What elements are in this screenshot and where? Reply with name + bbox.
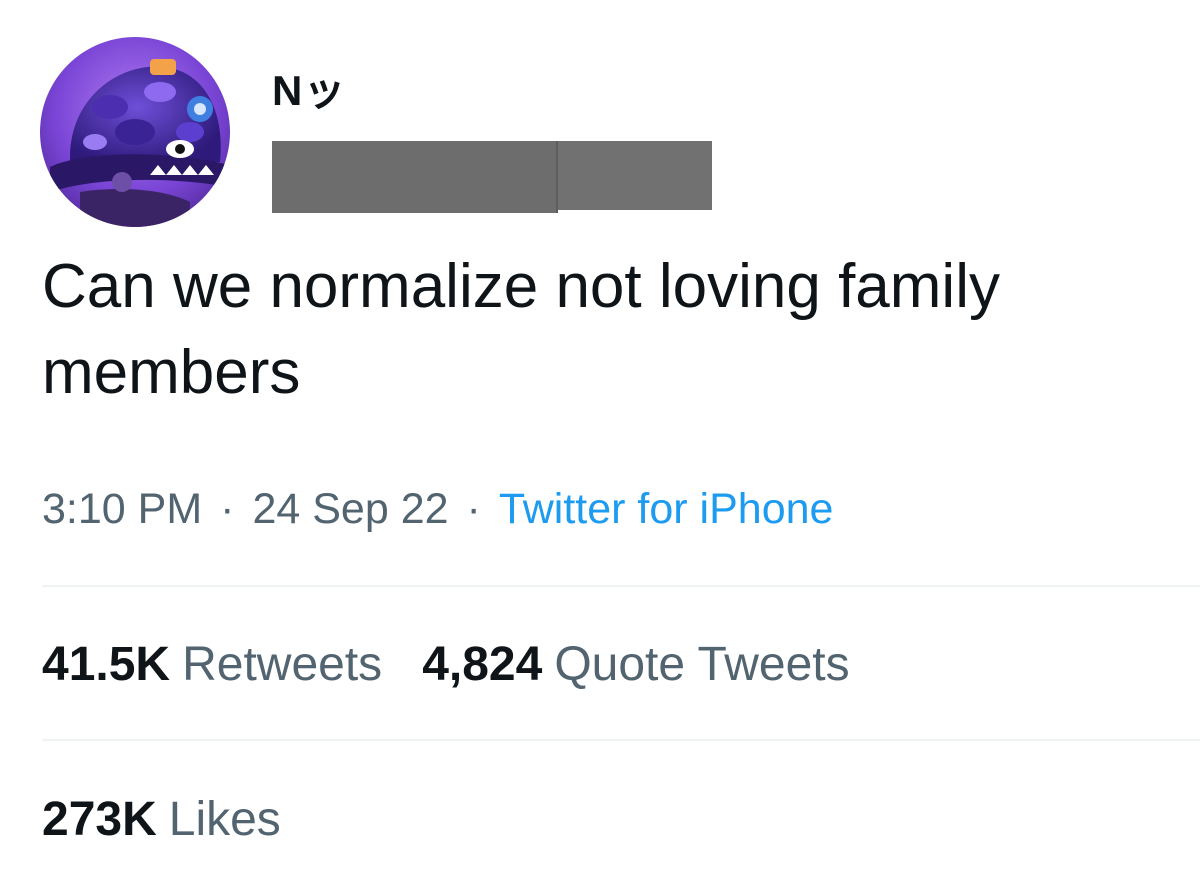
purple-camo-hat-avatar-icon bbox=[40, 37, 230, 227]
likes-stat[interactable]: 273K Likes bbox=[42, 785, 281, 855]
avatar[interactable] bbox=[40, 37, 230, 227]
divider bbox=[42, 585, 1200, 587]
meta-separator: · bbox=[220, 485, 235, 533]
redaction-seam bbox=[556, 141, 558, 213]
likes-count: 273K bbox=[42, 793, 157, 846]
likes-label: Likes bbox=[168, 793, 281, 846]
redaction-bar-right bbox=[558, 141, 712, 210]
tweet-meta: 3:10 PM · 24 Sep 22 · Twitter for iPhone bbox=[42, 474, 833, 544]
likes-stats: 273K Likes bbox=[42, 785, 281, 855]
tweet-source-link[interactable]: Twitter for iPhone bbox=[499, 485, 834, 533]
retweets-stat[interactable]: 41.5K Retweets bbox=[42, 630, 382, 700]
retweets-count: 41.5K bbox=[42, 638, 171, 691]
divider bbox=[42, 739, 1200, 741]
redacted-handle bbox=[272, 141, 712, 213]
quote-tweets-stat[interactable]: 4,824 Quote Tweets bbox=[422, 630, 849, 700]
quote-tweets-count: 4,824 bbox=[422, 638, 543, 691]
quote-tweets-label: Quote Tweets bbox=[554, 638, 850, 691]
tweet-time[interactable]: 3:10 PM bbox=[42, 485, 202, 533]
tweet-text: Can we normalize not loving family membe… bbox=[42, 252, 1000, 407]
redaction-bar-left bbox=[272, 141, 558, 213]
retweets-label: Retweets bbox=[182, 638, 383, 691]
tweet-date[interactable]: 24 Sep 22 bbox=[252, 485, 448, 533]
engagement-stats: 41.5K Retweets 4,824 Quote Tweets bbox=[42, 630, 850, 700]
meta-separator: · bbox=[466, 485, 481, 533]
display-name[interactable]: Nッ bbox=[272, 66, 346, 116]
